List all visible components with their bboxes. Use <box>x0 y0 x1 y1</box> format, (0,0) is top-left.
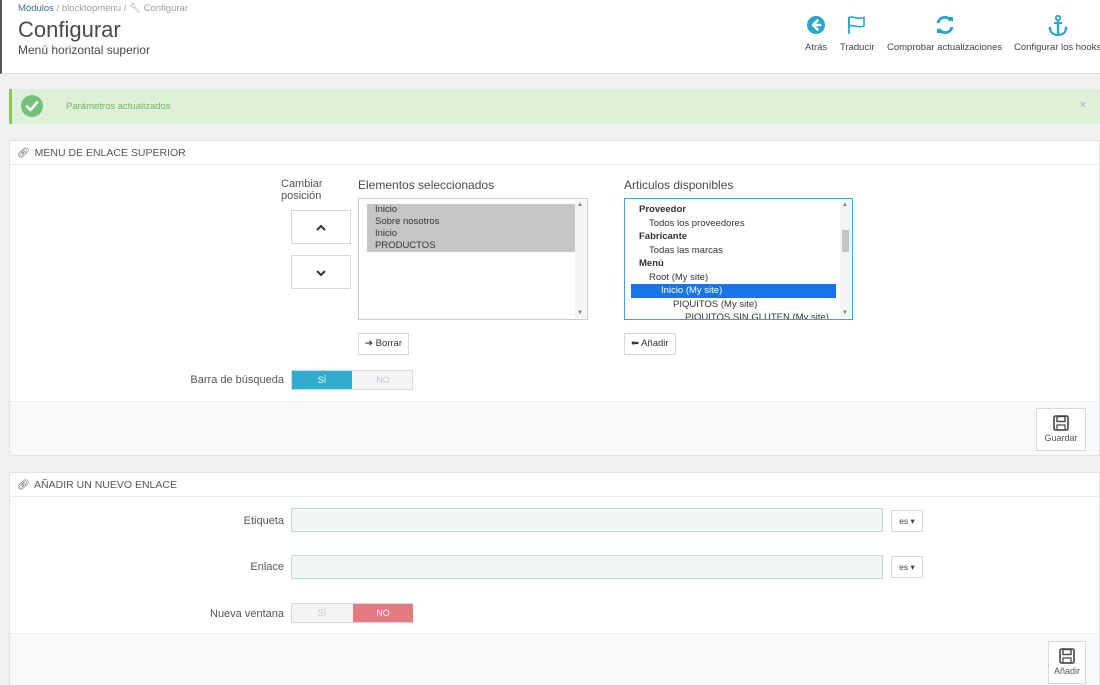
scroll-up-icon[interactable]: ▲ <box>842 202 848 208</box>
panel-heading-title: AÑADIR UN NUEVO ENLACE <box>34 479 177 491</box>
scroll-down-icon[interactable]: ▼ <box>842 310 848 316</box>
page-subtitle: Menú horizontal superior <box>18 43 151 57</box>
breadcrumb-separator: / <box>123 3 127 14</box>
list-group: Fabricante <box>639 231 688 242</box>
link-icon: 🔗︎ <box>17 148 30 159</box>
search-bar-label: Barra de búsqueda <box>190 374 284 386</box>
available-items-heading: Articulos disponibles <box>624 178 734 192</box>
link-input[interactable] <box>291 555 883 579</box>
list-item[interactable]: Inicio <box>367 204 575 216</box>
breadcrumb-blocktopmenu[interactable]: blocktopmenu <box>62 3 121 14</box>
chevron-down-icon <box>316 270 326 277</box>
breadcrumb-separator: / <box>56 3 60 14</box>
breadcrumb-modules[interactable]: Módulos <box>18 3 54 14</box>
translate-label: Traducir <box>840 42 875 53</box>
alert-message: Parámetros actualizados <box>66 101 171 112</box>
language-code: es <box>899 516 909 526</box>
label-language-select[interactable]: es ▾ <box>891 510 923 532</box>
change-position-line1: Cambiar <box>281 178 323 190</box>
panel-heading: 🔗︎ MENU DE ENLACE SUPERIOR <box>10 141 1099 165</box>
arrow-left-circle-icon <box>805 14 827 40</box>
configure-hooks-button[interactable]: Configurar los hooks <box>1014 14 1100 53</box>
list-item[interactable]: Todas las marcas <box>631 244 836 258</box>
change-position-line2: posición <box>281 190 322 202</box>
arrow-right-icon: ➔ <box>365 338 373 349</box>
switch-yes[interactable]: SÍ <box>292 371 352 389</box>
caret-down-icon: ▾ <box>910 562 915 572</box>
success-alert: Parámetros actualizados × <box>9 89 1100 124</box>
language-code: es <box>899 562 909 572</box>
link-field-label: Enlace <box>250 561 284 573</box>
switch-no[interactable]: NO <box>353 604 413 622</box>
anchor-icon <box>1014 14 1100 40</box>
refresh-icon <box>887 14 1002 40</box>
list-item[interactable]: Sobre nosotros <box>367 216 575 228</box>
list-item[interactable]: Todos los proveedores <box>631 217 836 231</box>
breadcrumb: Módulos / blocktopmenu / 🔧︎ Configurar <box>18 3 188 14</box>
scroll-up-icon[interactable]: ▲ <box>577 202 583 208</box>
scroll-thumb[interactable] <box>842 230 849 252</box>
new-link-panel: 🔗︎ AÑADIR UN NUEVO ENLACE Etiqueta es ▾ … <box>9 472 1100 685</box>
top-menu-panel: 🔗︎ MENU DE ENLACE SUPERIOR Cambiar posic… <box>9 140 1100 456</box>
list-item[interactable]: PIQUITOS (My site) <box>631 298 836 312</box>
list-item[interactable]: PRODUCTOS <box>367 240 575 252</box>
flag-icon <box>840 14 875 40</box>
save-label: Guardar <box>1044 433 1078 443</box>
list-item[interactable]: Inicio <box>367 228 575 240</box>
link-icon: 🔗︎ <box>17 480 30 491</box>
scrollbar[interactable]: ▲ ▼ <box>575 200 586 318</box>
label-input[interactable] <box>291 508 883 532</box>
link-language-select[interactable]: es ▾ <box>891 556 923 578</box>
floppy-disk-icon <box>1059 648 1075 664</box>
floppy-disk-icon <box>1053 415 1069 431</box>
back-button[interactable]: Atrás <box>805 14 827 53</box>
page-header: Módulos / blocktopmenu / 🔧︎ Configurar C… <box>0 0 1100 74</box>
new-window-label: Nueva ventana <box>210 608 284 620</box>
save-button[interactable]: Guardar <box>1036 408 1086 451</box>
check-updates-button[interactable]: Comprobar actualizaciones <box>887 14 1002 53</box>
remove-label: Borrar <box>375 338 403 349</box>
scrollbar[interactable]: ▲ ▼ <box>840 200 851 318</box>
arrow-left-icon: ⬅ <box>631 338 639 349</box>
switch-no[interactable]: NO <box>353 371 413 389</box>
label-field-label: Etiqueta <box>243 515 284 527</box>
change-position-label: Cambiar posición <box>281 178 341 202</box>
list-item-selected[interactable]: Inicio (My site) <box>631 284 836 298</box>
page-title: Configurar <box>18 17 121 42</box>
switch-yes[interactable]: SÍ <box>292 604 352 622</box>
add-item-label: Añadir <box>641 338 669 349</box>
add-link-label: Añadir <box>1053 666 1080 676</box>
panel-footer: Añadir <box>10 633 1099 685</box>
search-bar-switch[interactable]: SÍ NO <box>291 370 413 390</box>
caret-down-icon: ▾ <box>910 516 915 526</box>
panel-footer: Guardar <box>10 401 1099 455</box>
panel-heading: 🔗︎ AÑADIR UN NUEVO ENLACE <box>10 473 1099 497</box>
list-group: Proveedor <box>639 204 686 215</box>
list-item[interactable]: PIQUITOS SIN GLUTEN (My site) <box>631 311 836 319</box>
scroll-down-icon[interactable]: ▼ <box>577 310 583 316</box>
check-circle-icon <box>21 95 43 117</box>
selected-elements-list[interactable]: Inicio Sobre nosotros Inicio PRODUCTOS ▲… <box>358 198 588 320</box>
back-label: Atrás <box>805 42 828 53</box>
configure-hooks-label: Configurar los hooks <box>1014 42 1100 53</box>
new-window-switch[interactable]: SÍ NO <box>291 603 413 623</box>
alert-close-icon[interactable]: × <box>1080 99 1086 111</box>
add-item-button[interactable]: ⬅ Añadir <box>624 333 676 355</box>
translate-button[interactable]: Traducir <box>840 14 875 53</box>
selected-elements-heading: Elementos seleccionados <box>358 178 495 192</box>
remove-button[interactable]: ➔ Borrar <box>358 333 410 355</box>
list-item[interactable]: Root (My site) <box>631 271 836 285</box>
breadcrumb-configure: Configurar <box>143 3 188 14</box>
list-group: Menú <box>639 258 664 269</box>
check-updates-label: Comprobar actualizaciones <box>887 42 1003 53</box>
chevron-up-icon <box>316 224 326 231</box>
available-items-list[interactable]: Proveedor Todos los proveedores Fabrican… <box>624 198 853 320</box>
add-link-button[interactable]: Añadir <box>1048 641 1086 684</box>
move-up-button[interactable] <box>291 210 351 244</box>
move-down-button[interactable] <box>291 255 351 289</box>
wrench-icon: 🔧︎ <box>128 3 141 14</box>
panel-heading-title: MENU DE ENLACE SUPERIOR <box>34 147 186 159</box>
